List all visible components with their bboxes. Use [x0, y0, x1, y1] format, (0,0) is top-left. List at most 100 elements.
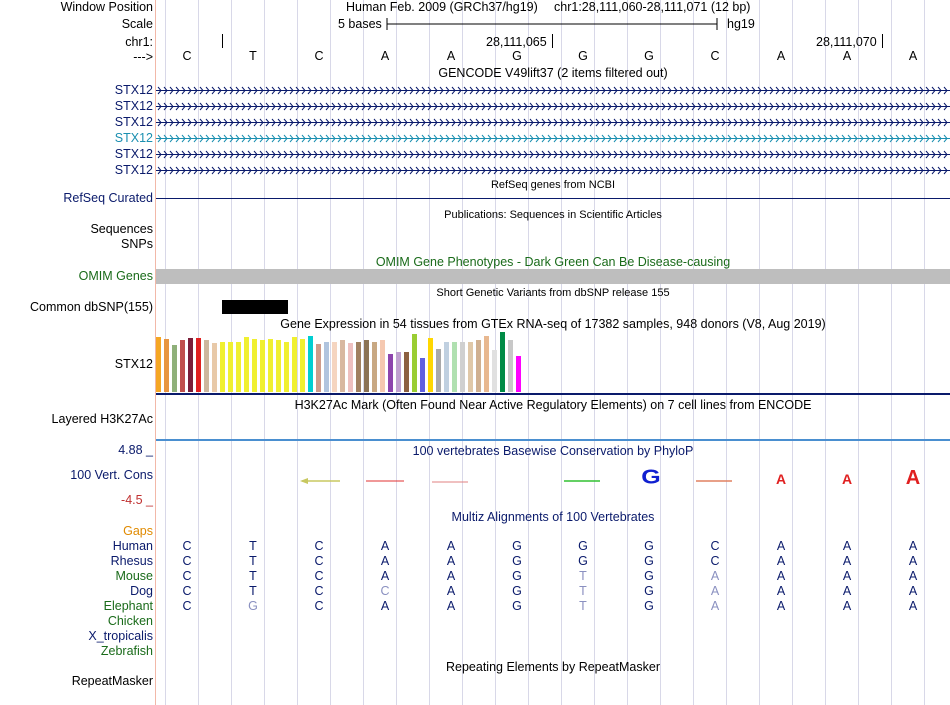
gtex-tissue-bar[interactable]: [188, 338, 193, 392]
gencode-transcript-line[interactable]: [156, 118, 950, 127]
gencode-transcript-label[interactable]: STX12: [115, 147, 153, 162]
species-label[interactable]: Zebrafish: [101, 644, 153, 659]
gtex-tissue-bar[interactable]: [356, 342, 361, 392]
gtex-tissue-bar[interactable]: [332, 342, 337, 392]
gtex-label[interactable]: STX12: [115, 357, 153, 372]
refseq-title[interactable]: RefSeq genes from NCBI: [156, 179, 950, 191]
gtex-tissue-bar[interactable]: [196, 338, 201, 392]
gtex-tissue-bar[interactable]: [380, 340, 385, 392]
gtex-tissue-bar[interactable]: [412, 334, 417, 392]
gtex-tissue-bar[interactable]: [212, 343, 217, 392]
refseq-label[interactable]: RefSeq Curated: [63, 191, 153, 206]
gtex-tissue-bar[interactable]: [372, 342, 377, 392]
omim-title[interactable]: OMIM Gene Phenotypes - Dark Green Can Be…: [156, 255, 950, 269]
gtex-tissue-bar[interactable]: [396, 352, 401, 392]
gencode-transcript-line[interactable]: [156, 102, 950, 111]
gencode-title[interactable]: GENCODE V49lift37 (2 items filtered out): [156, 66, 950, 80]
base-letter: C: [314, 49, 324, 63]
phylop-logo[interactable]: G A A A: [156, 462, 950, 492]
dbsnp-title[interactable]: Short Genetic Variants from dbSNP releas…: [156, 287, 950, 299]
species-label[interactable]: X_tropicalis: [88, 629, 153, 644]
repeatmasker-title[interactable]: Repeating Elements by RepeatMasker: [156, 660, 950, 674]
gtex-tissue-bar[interactable]: [420, 358, 425, 392]
gencode-transcript-line[interactable]: [156, 134, 950, 143]
alignment-base: A: [380, 569, 390, 583]
gtex-tissue-bar[interactable]: [204, 340, 209, 392]
alignment-base: A: [710, 584, 720, 598]
species-label[interactable]: Mouse: [115, 569, 153, 584]
gtex-tissue-bar[interactable]: [236, 342, 241, 392]
gencode-transcript-label[interactable]: STX12: [115, 99, 153, 114]
gtex-tissue-bar[interactable]: [444, 342, 449, 392]
multiz-title[interactable]: Multiz Alignments of 100 Vertebrates: [156, 510, 950, 524]
gtex-tissue-bar[interactable]: [500, 332, 505, 392]
gtex-tissue-bar[interactable]: [180, 340, 185, 392]
gtex-tissue-bar[interactable]: [468, 342, 473, 392]
gtex-tissue-bar[interactable]: [252, 339, 257, 392]
gtex-tissue-bar[interactable]: [404, 352, 409, 392]
gtex-tissue-bar[interactable]: [268, 339, 273, 392]
gtex-tissue-bar[interactable]: [316, 344, 321, 392]
gtex-tissue-bar[interactable]: [508, 340, 513, 392]
species-label[interactable]: Rhesus: [111, 554, 153, 569]
gtex-tissue-bar[interactable]: [308, 336, 313, 392]
refseq-line[interactable]: [156, 198, 950, 199]
sequences-label[interactable]: Sequences: [90, 222, 153, 237]
species-label[interactable]: Dog: [130, 584, 153, 599]
gtex-chart[interactable]: [156, 332, 536, 392]
gtex-tissue-bar[interactable]: [228, 342, 233, 392]
species-label[interactable]: Chicken: [108, 614, 153, 629]
omim-label[interactable]: OMIM Genes: [79, 269, 153, 284]
gtex-tissue-bar[interactable]: [156, 337, 161, 392]
gtex-tissue-bar[interactable]: [460, 342, 465, 392]
gtex-tissue-bar[interactable]: [492, 350, 497, 392]
gtex-tissue-bar[interactable]: [428, 338, 433, 392]
gtex-tissue-bar[interactable]: [276, 340, 281, 392]
gencode-transcript-label[interactable]: STX12: [115, 131, 153, 146]
gtex-tissue-bar[interactable]: [260, 340, 265, 392]
gtex-tissue-bar[interactable]: [484, 336, 489, 392]
gtex-tissue-bar[interactable]: [172, 345, 177, 392]
h3k27ac-title[interactable]: H3K27Ac Mark (Often Found Near Active Re…: [156, 398, 950, 412]
species-label[interactable]: Human: [113, 539, 153, 554]
gtex-tissue-bar[interactable]: [364, 340, 369, 392]
gtex-tissue-bar[interactable]: [476, 340, 481, 392]
gaps-label[interactable]: Gaps: [123, 524, 153, 539]
gtex-tissue-bar[interactable]: [388, 354, 393, 392]
gtex-tissue-bar[interactable]: [348, 343, 353, 392]
alignment-base: C: [182, 599, 192, 613]
gtex-tissue-bar[interactable]: [164, 339, 169, 392]
gtex-tissue-bar[interactable]: [324, 342, 329, 392]
gtex-tissue-bar[interactable]: [516, 356, 521, 392]
coord-label-2: 28,111,070: [816, 35, 877, 49]
snps-label[interactable]: SNPs: [121, 237, 153, 252]
phylop-title[interactable]: 100 vertebrates Basewise Conservation by…: [156, 444, 950, 458]
publications-title[interactable]: Publications: Sequences in Scientific Ar…: [156, 209, 950, 221]
phylop-label[interactable]: 100 Vert. Cons: [70, 468, 153, 483]
gtex-tissue-bar[interactable]: [436, 349, 441, 392]
gtex-title[interactable]: Gene Expression in 54 tissues from GTEx …: [156, 317, 950, 331]
h3k27ac-label[interactable]: Layered H3K27Ac: [52, 412, 153, 427]
gtex-tissue-bar[interactable]: [340, 340, 345, 392]
repeatmasker-label[interactable]: RepeatMasker: [72, 674, 153, 689]
gencode-transcript-line[interactable]: [156, 166, 950, 175]
gencode-transcript-line[interactable]: [156, 86, 950, 95]
gtex-tissue-bar[interactable]: [220, 342, 225, 392]
gtex-tissue-bar[interactable]: [292, 337, 297, 392]
omim-bar[interactable]: [156, 269, 950, 284]
gtex-tissue-bar[interactable]: [300, 339, 305, 392]
alignment-base: C: [314, 569, 324, 583]
species-label[interactable]: Elephant: [104, 599, 153, 614]
gencode-transcript-label[interactable]: STX12: [115, 83, 153, 98]
gtex-tissue-bar[interactable]: [244, 337, 249, 392]
base-letter: G: [644, 49, 654, 63]
gencode-transcript-label[interactable]: STX12: [115, 115, 153, 130]
gtex-tissue-bar[interactable]: [452, 342, 457, 392]
gencode-transcript-line[interactable]: [156, 150, 950, 159]
position-text: chr1:28,111,060-28,111,071 (12 bp): [554, 0, 751, 14]
dbsnp-label[interactable]: Common dbSNP(155): [30, 300, 153, 315]
gencode-transcript-label[interactable]: STX12: [115, 163, 153, 178]
alignment-base: G: [512, 569, 522, 583]
gtex-tissue-bar[interactable]: [284, 342, 289, 392]
dbsnp-variant[interactable]: [222, 300, 288, 314]
